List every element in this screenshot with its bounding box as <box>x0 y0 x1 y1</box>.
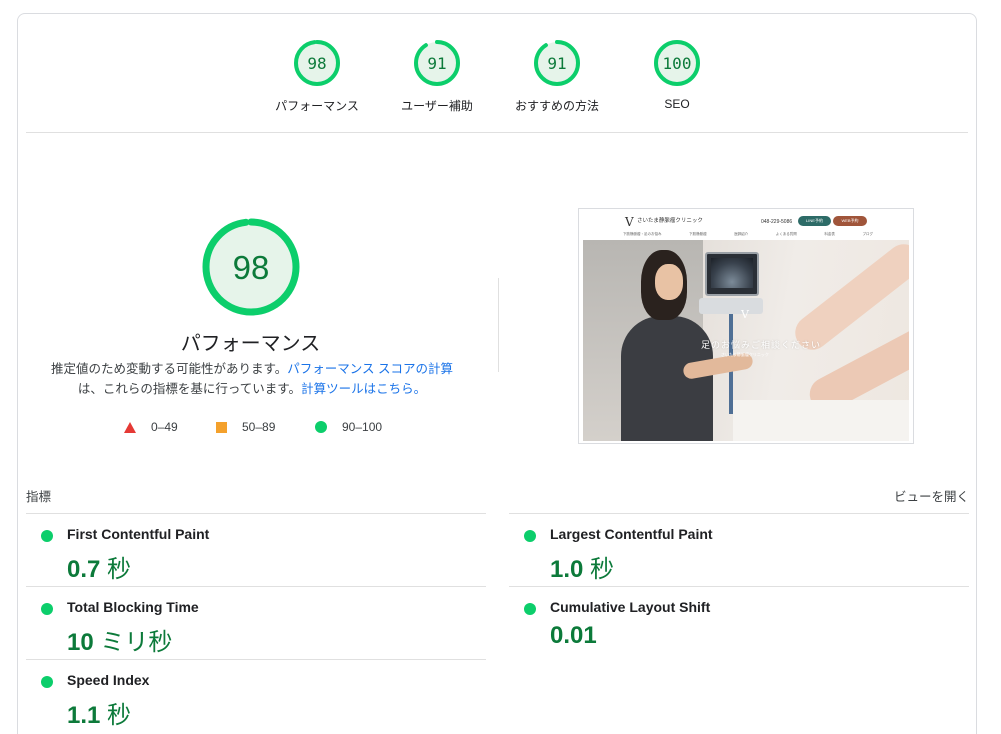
metric-number: 0.01 <box>550 622 597 649</box>
gauge-score: 98 <box>307 54 326 73</box>
legend-average: 50–89 <box>216 420 275 434</box>
legend-pass: 90–100 <box>315 420 382 434</box>
gauge-best-practices[interactable]: 91 おすすめの方法 <box>502 38 612 114</box>
hero-headline: 足のお悩みご相談ください <box>701 340 822 350</box>
final-screenshot-thumbnail[interactable]: V さいたま静脈瘤クリニック 048-229-5086 LINE予約 WEB予約… <box>578 208 914 444</box>
score-description: 推定値のため変動する可能性があります。パフォーマンス スコアの計算 は、これらの… <box>42 359 462 399</box>
metric-value: 1.1 秒 <box>67 695 131 730</box>
site-phone: 048-229-5086 <box>761 219 793 225</box>
vertical-divider <box>498 278 499 372</box>
metric-unit: 秒 <box>590 556 615 583</box>
metric-speed-index: Speed Index 1.1 秒 <box>26 659 486 732</box>
metric-label: First Contentful Paint <box>67 526 210 542</box>
gauge-seo[interactable]: 100 SEO <box>622 38 732 111</box>
gauge-performance[interactable]: 98 パフォーマンス <box>262 38 372 114</box>
doctor-face-image <box>655 264 683 300</box>
metric-first-contentful-paint: First Contentful Paint 0.7 秒 <box>26 513 486 586</box>
calculator-link[interactable]: 計算ツールはこちら。 <box>301 382 426 396</box>
metric-value: 0.7 秒 <box>67 549 131 584</box>
hero-subtext: さいたま静脈瘤クリニック <box>721 352 769 357</box>
metric-total-blocking-time: Total Blocking Time 10 ミリ秒 <box>26 586 486 659</box>
metric-number: 1.0 <box>550 556 584 583</box>
metric-value: 0.01 <box>550 622 597 650</box>
site-name: さいたま静脈瘤クリニック <box>637 218 703 224</box>
doctor-image <box>621 316 713 441</box>
site-logo-icon: V <box>625 215 634 229</box>
legend-fail: 0–49 <box>124 420 178 434</box>
metric-value: 10 ミリ秒 <box>67 622 172 657</box>
score-calculation-link[interactable]: パフォーマンス スコアの計算 <box>287 362 453 376</box>
gauge-label: パフォーマンス <box>275 99 359 113</box>
hero-logo-icon: V <box>741 308 749 321</box>
metric-value: 1.0 秒 <box>550 549 614 584</box>
gauge-ring: 91 <box>414 40 460 86</box>
desc-text: は、これらの指標を基に行っています。 <box>77 382 302 396</box>
gauge-score: 100 <box>663 54 692 73</box>
gauge-ring: 91 <box>534 40 580 86</box>
gauge-ring: 98 <box>294 40 340 86</box>
expand-view-toggle[interactable]: ビューを開く <box>894 486 969 505</box>
site-menu-item: ブログ <box>862 232 873 236</box>
main-performance-gauge: 98 <box>202 218 300 316</box>
gauge-score: 91 <box>427 54 446 73</box>
ultrasound-monitor-image <box>705 252 759 296</box>
metrics-title: 指標 <box>26 490 52 504</box>
metric-label: Total Blocking Time <box>67 599 199 615</box>
pass-circle-icon <box>524 603 536 615</box>
score-gauges-row: 98 パフォーマンス 91 ユーザー補助 91 おすすめの方法 100 SEO <box>18 14 976 134</box>
site-menu: 下肢静脈瘤・足のお悩み 下肢静脈瘤 医師紹介 よくある質問 料金表 ブログ <box>623 232 873 238</box>
pass-circle-icon <box>41 676 53 688</box>
ultrasound-machine-image <box>699 298 763 314</box>
metric-cumulative-layout-shift: Cumulative Layout Shift 0.01 <box>509 586 969 659</box>
triangle-icon <box>124 421 136 433</box>
metric-unit: ミリ秒 <box>100 629 173 656</box>
metric-unit: 秒 <box>107 702 132 729</box>
metric-number: 10 <box>67 629 94 656</box>
desc-text: 推定値のため変動する可能性があります。 <box>51 362 288 376</box>
score-scale-legend: 0–49 50–89 90–100 <box>18 420 483 440</box>
gauge-label: ユーザー補助 <box>401 99 473 113</box>
metric-number: 0.7 <box>67 556 101 583</box>
gauge-score: 91 <box>547 54 566 73</box>
blanket-image <box>733 400 909 441</box>
hero-image: V 足のお悩みご相談ください さいたま静脈瘤クリニック <box>583 240 909 441</box>
pass-circle-icon <box>41 530 53 542</box>
circle-icon <box>315 421 327 433</box>
site-header: V さいたま静脈瘤クリニック 048-229-5086 LINE予約 WEB予約… <box>579 209 913 240</box>
site-menu-item: 料金表 <box>824 232 835 236</box>
lighthouse-report-card: 98 パフォーマンス 91 ユーザー補助 91 おすすめの方法 100 SEO … <box>17 13 977 734</box>
main-score: 98 <box>233 249 270 286</box>
gauge-ring: 100 <box>654 40 700 86</box>
gauge-label: おすすめの方法 <box>514 99 599 113</box>
metric-label: Largest Contentful Paint <box>550 526 713 542</box>
metrics-header: 指標 ビューを開く <box>26 486 969 506</box>
metric-largest-contentful-paint: Largest Contentful Paint 1.0 秒 <box>509 513 969 586</box>
site-menu-item: よくある質問 <box>775 232 797 236</box>
gauge-label: SEO <box>664 97 690 111</box>
square-icon <box>216 421 227 433</box>
legend-label: 90–100 <box>342 420 383 434</box>
site-menu-item: 下肢静脈瘤 <box>689 232 707 236</box>
legend-label: 0–49 <box>151 420 178 434</box>
booking-button: WEB予約 <box>833 216 867 226</box>
site-menu-item: 下肢静脈瘤・足のお悩み <box>623 232 662 236</box>
metric-number: 1.1 <box>67 702 101 729</box>
pass-circle-icon <box>41 603 53 615</box>
gauge-accessibility[interactable]: 91 ユーザー補助 <box>382 38 492 114</box>
divider <box>26 132 968 133</box>
main-category-title: パフォーマンス <box>180 333 321 355</box>
pass-circle-icon <box>524 530 536 542</box>
metric-label: Speed Index <box>67 672 150 688</box>
metric-label: Cumulative Layout Shift <box>550 599 711 615</box>
metric-unit: 秒 <box>107 556 132 583</box>
site-menu-item: 医師紹介 <box>734 232 749 236</box>
legend-label: 50–89 <box>242 420 276 434</box>
line-button: LINE予約 <box>798 216 831 226</box>
